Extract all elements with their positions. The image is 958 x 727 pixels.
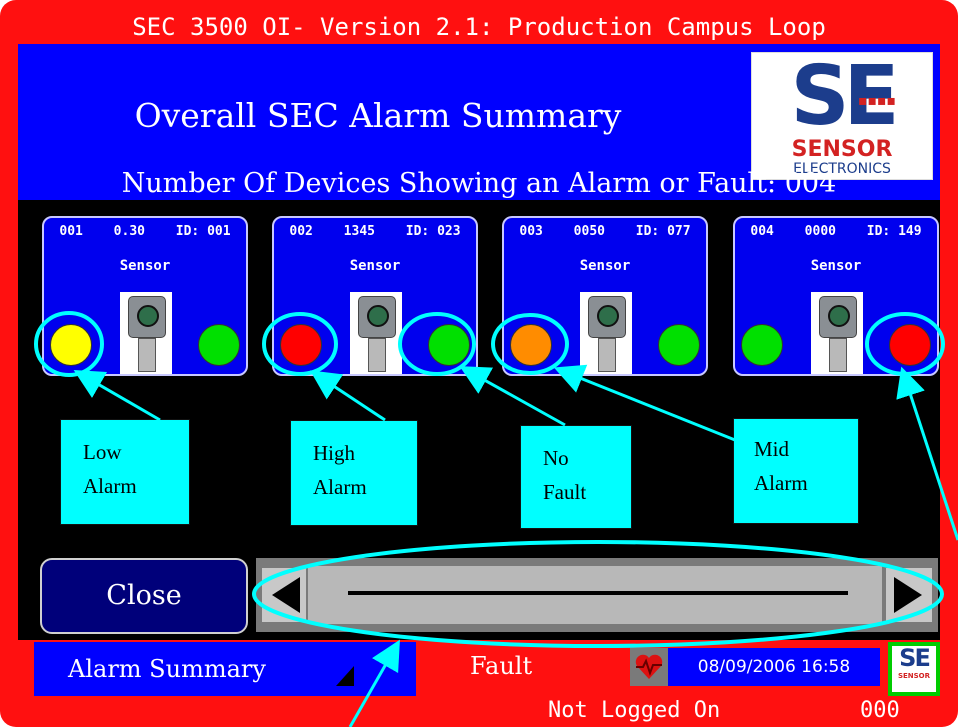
- highlight-ellipse: [491, 313, 569, 375]
- callout-arrow: [896, 366, 958, 541]
- callout-arrow: [309, 370, 386, 422]
- highlight-ellipse: [262, 312, 338, 376]
- callout-arrow: [459, 366, 566, 427]
- hmi-screen: SEC 3500 OI- Version 2.1: Production Cam…: [0, 0, 958, 727]
- callout-arrow: [553, 364, 736, 442]
- callout-arrow: [73, 369, 161, 422]
- highlight-ellipse: [398, 312, 476, 376]
- highlight-ellipse: [252, 540, 944, 648]
- highlight-ellipse: [34, 311, 104, 377]
- highlight-ellipse: [865, 312, 945, 376]
- annotation-overlay: [34, 311, 958, 727]
- callout-arrow: [348, 639, 400, 727]
